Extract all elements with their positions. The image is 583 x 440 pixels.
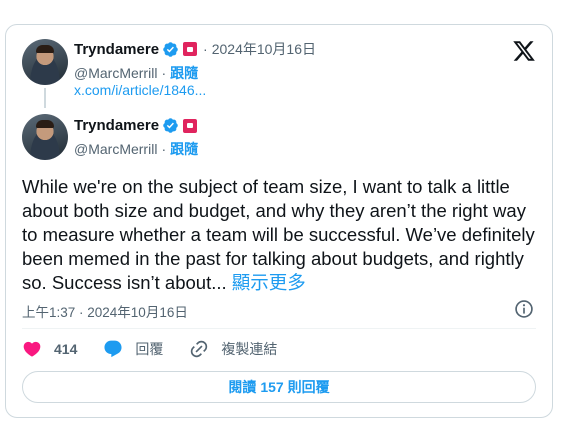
- divider: [22, 328, 536, 329]
- separator: ·: [161, 141, 167, 157]
- avatar[interactable]: [22, 114, 68, 160]
- like-count: 414: [54, 341, 78, 357]
- embedded-tweet-card: Tryndamere · 2024年10月16日 @MarcMerrill · …: [5, 24, 553, 418]
- quoted-date[interactable]: 2024年10月16日: [212, 39, 316, 59]
- follow-link[interactable]: 跟隨: [170, 139, 198, 159]
- copy-link-button[interactable]: 複製連結: [189, 339, 277, 359]
- like-button[interactable]: 414: [22, 339, 77, 359]
- reply-label: 回覆: [135, 341, 164, 357]
- x-logo-icon[interactable]: [512, 39, 536, 63]
- handle[interactable]: @MarcMerrill: [74, 141, 157, 157]
- quoted-author-row: Tryndamere · 2024年10月16日: [74, 39, 316, 59]
- show-more-link[interactable]: 顯示更多: [232, 272, 306, 293]
- copy-link-label: 複製連結: [221, 341, 278, 357]
- reply-button[interactable]: 回覆: [103, 339, 163, 359]
- read-replies-button[interactable]: 閱讀 157 則回覆: [22, 371, 536, 403]
- read-replies-suffix: 則回覆: [287, 379, 330, 395]
- info-icon[interactable]: [514, 299, 534, 319]
- quoted-handle[interactable]: @MarcMerrill: [74, 65, 157, 81]
- verified-badge-icon: [163, 41, 178, 57]
- follow-link[interactable]: 跟隨: [170, 63, 198, 83]
- thread-line: [44, 88, 46, 108]
- action-bar: 414 回覆 複製連結: [22, 339, 303, 359]
- affiliate-badge-icon: [183, 42, 198, 56]
- heart-icon: [23, 341, 41, 357]
- link-icon: [191, 340, 208, 358]
- verified-badge-icon: [163, 118, 178, 133]
- separator: ·: [161, 65, 167, 81]
- avatar[interactable]: [22, 39, 68, 85]
- display-name[interactable]: Tryndamere: [74, 117, 159, 134]
- read-replies-prefix: 閱讀: [228, 379, 257, 395]
- quoted-handle-row: @MarcMerrill · 跟隨: [74, 63, 198, 83]
- article-link[interactable]: x.com/i/article/1846...: [74, 82, 206, 98]
- reply-bubble-icon: [104, 340, 122, 358]
- reply-count: 157: [260, 379, 284, 395]
- author-row: Tryndamere: [74, 117, 198, 134]
- separator: ·: [203, 41, 208, 57]
- handle-row: @MarcMerrill · 跟隨: [74, 139, 198, 159]
- quoted-display-name[interactable]: Tryndamere: [74, 41, 159, 58]
- affiliate-badge-icon: [183, 118, 198, 133]
- timestamp[interactable]: 上午1:37 · 2024年10月16日: [22, 301, 188, 321]
- tweet-text: While we're on the subject of team size,…: [22, 175, 542, 295]
